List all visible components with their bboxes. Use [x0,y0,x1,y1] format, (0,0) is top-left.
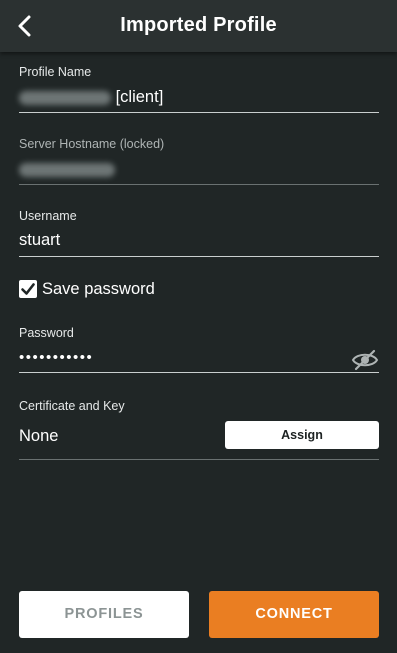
assign-button[interactable]: Assign [225,421,379,449]
profile-name-suffix: [client] [115,88,164,106]
certificate-label: Certificate and Key [19,399,125,413]
eye-slash-icon [351,349,379,371]
profiles-button[interactable]: PROFILES [19,591,189,638]
checkmark-icon [21,283,35,295]
server-hostname-label: Server Hostname (locked) [19,137,165,151]
server-hostname-underline [19,184,379,185]
password-label: Password [19,326,74,340]
certificate-value: None [19,427,59,445]
app-header: Imported Profile [0,0,397,52]
toggle-password-visibility-button[interactable] [351,349,379,371]
username-field[interactable]: stuart [19,231,60,250]
username-label: Username [19,209,77,223]
profile-name-label: Profile Name [19,65,92,79]
profile-name-field[interactable]: [client] [19,88,163,107]
connect-button[interactable]: CONNECT [209,591,379,638]
redacted-text [19,162,115,177]
username-underline [19,256,379,257]
save-password-label[interactable]: Save password [42,280,155,299]
server-hostname-field [19,160,115,179]
save-password-checkbox[interactable] [19,280,37,298]
password-underline [19,372,379,373]
redacted-text [19,90,111,105]
certificate-underline [19,459,379,460]
page-title: Imported Profile [120,14,277,36]
password-field[interactable]: ••••••••••• [19,349,93,366]
profile-name-underline [19,112,379,113]
